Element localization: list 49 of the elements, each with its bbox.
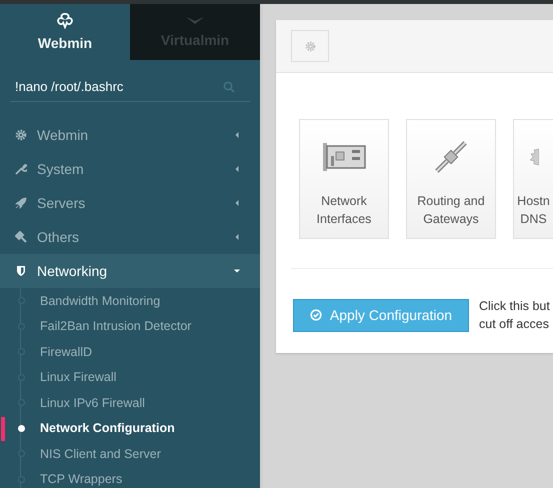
submenu-item[interactable]: Linux IPv6 Firewall [1, 390, 260, 416]
shield-icon [15, 265, 27, 277]
submenu-item[interactable]: TCP Wrappers [1, 466, 260, 488]
tile-label: Interfaces [316, 211, 372, 228]
tile-label: Hostn [517, 193, 550, 210]
caret-icon [234, 234, 240, 240]
logo-icon [56, 13, 74, 29]
wrench-icon [15, 163, 27, 175]
menu-item[interactable]: Others [0, 220, 260, 254]
settings-button[interactable] [291, 30, 329, 62]
submenu-item[interactable]: NIS Client and Server [1, 441, 260, 466]
submenu-item[interactable]: Linux Firewall [1, 364, 260, 390]
menu-label: Networking [37, 263, 108, 279]
caret-icon [234, 132, 240, 138]
settings-icon [304, 40, 316, 52]
menu-item[interactable]: Webmin [0, 118, 260, 152]
menu-item[interactable]: Servers [0, 186, 260, 220]
gear-icon [15, 129, 27, 141]
submenu-item[interactable]: FirewallD [1, 339, 260, 364]
module-tile[interactable]: Routing and Gateways [406, 119, 496, 239]
submenu-item[interactable]: Bandwidth Monitoring [1, 288, 260, 314]
module-tile[interactable]: Network Interfaces [299, 119, 389, 239]
hammer-icon [15, 231, 27, 243]
menu-label: Servers [37, 195, 86, 211]
tile-label: Routing and [417, 193, 485, 210]
menu-label: Webmin [37, 127, 90, 143]
caret-icon [234, 166, 240, 172]
tile-label: DNS [520, 211, 547, 228]
search-field[interactable]: !nano /root/.bashrc [10, 72, 217, 101]
search-icon [223, 80, 235, 92]
help-text: cut off acces [479, 316, 550, 333]
apply-button[interactable]: Apply Configuration [293, 298, 469, 332]
menu-item[interactable]: Networking [0, 254, 260, 288]
network-card-icon [322, 140, 366, 174]
check-circle-icon [310, 309, 322, 321]
submenu-item[interactable]: Network Configuration [1, 416, 260, 441]
tile-label: Network [321, 193, 367, 210]
menu-label: System [37, 161, 85, 177]
module-tile[interactable]: Hostn DNS [513, 119, 553, 239]
caret-icon [234, 200, 240, 206]
rocket-icon [15, 197, 27, 209]
help-text: Click this but [479, 298, 550, 315]
menu-item[interactable]: System [0, 152, 260, 186]
tile-label: Gateways [423, 211, 479, 228]
caret-icon [234, 268, 240, 274]
chevron-icon [185, 16, 205, 26]
submenu-item[interactable]: Fail2Ban Intrusion Detector [1, 314, 260, 339]
connector-icon [434, 140, 468, 174]
menu-label: Others [37, 229, 80, 245]
